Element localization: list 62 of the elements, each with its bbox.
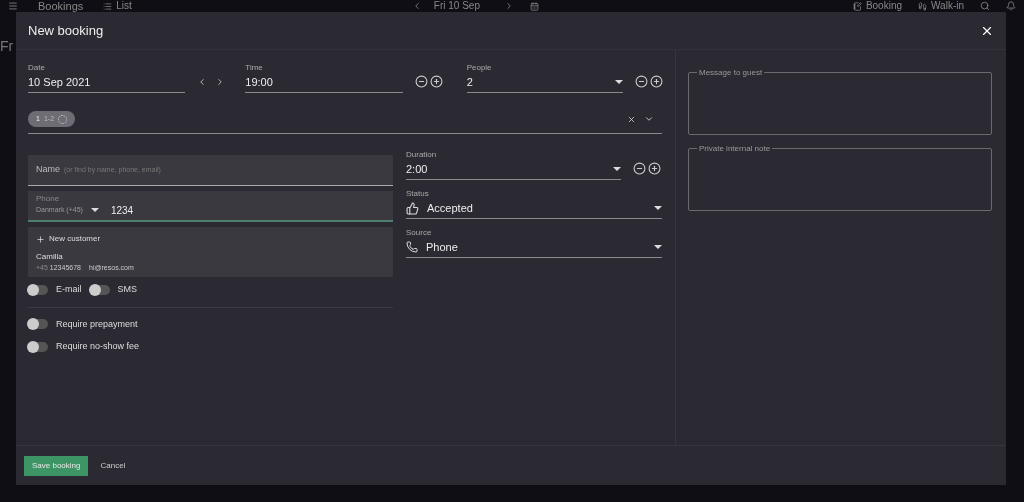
caret-icon <box>613 167 621 171</box>
phone-icon <box>406 241 418 253</box>
walk-in-button[interactable]: Walk-in <box>931 0 964 12</box>
caret-icon <box>615 80 623 84</box>
app-title: Bookings <box>38 0 84 12</box>
customer-name[interactable]: Camilla <box>36 251 385 263</box>
plus-icon[interactable] <box>429 75 443 88</box>
field-label: People <box>466 62 493 74</box>
select-field[interactable]: Status Accepted <box>406 188 662 219</box>
caret-icon <box>654 245 662 249</box>
view-label[interactable]: List <box>116 0 132 12</box>
toggle-label: Require prepayment <box>56 317 138 331</box>
caret-icon <box>654 206 662 210</box>
clear-icon[interactable] <box>627 114 636 124</box>
field-label: Message to guest <box>697 68 765 77</box>
minus-icon[interactable] <box>635 75 648 88</box>
field-value: 2 <box>466 75 474 90</box>
minus-icon[interactable] <box>414 75 428 88</box>
booking-icon <box>852 1 862 11</box>
chevron-down-icon[interactable] <box>644 114 654 124</box>
toggle-label: Require no-show fee <box>56 340 140 353</box>
field-label: Private internal note <box>697 144 773 153</box>
field-value: 2:00 <box>406 162 429 177</box>
select-field[interactable]: Source Phone <box>406 227 662 258</box>
cancel-button[interactable]: Cancel <box>100 459 126 472</box>
field-label: Name <box>36 163 60 177</box>
plus-icon[interactable] <box>650 75 663 88</box>
calendar-icon[interactable] <box>529 1 539 11</box>
minus-icon[interactable] <box>633 162 646 175</box>
toggle-switch[interactable] <box>28 284 48 295</box>
field-value: 19:00 <box>245 75 274 90</box>
toggle-label: E-mail <box>56 283 82 296</box>
select-field[interactable]: People 2 <box>466 62 623 93</box>
toggle-switch[interactable] <box>89 284 110 295</box>
select-field[interactable]: Date 10 Sep 2021 <box>28 62 186 93</box>
field-label: Time <box>245 62 264 74</box>
new-customer-item[interactable]: New customer <box>49 233 101 245</box>
thumbs-up-icon <box>406 201 419 215</box>
field-label: Duration <box>406 149 438 161</box>
plus-icon[interactable] <box>648 162 661 175</box>
list-icon <box>103 1 113 11</box>
field-label: Phone <box>36 193 61 203</box>
field-value: Phone <box>426 240 459 255</box>
plus-icon <box>36 234 45 244</box>
field-value: 10 Sep 2021 <box>28 75 92 90</box>
toggle-label: SMS <box>117 283 138 296</box>
page-heading: Fr <box>0 38 14 54</box>
toggle-switch[interactable] <box>28 319 48 330</box>
select-field[interactable]: Duration 2:00 <box>406 149 621 180</box>
date-label[interactable]: Fri 10 Sep <box>433 0 480 12</box>
field-label: Status <box>406 188 430 200</box>
dialog-title: New booking <box>28 21 104 40</box>
field-label: Source <box>406 227 433 239</box>
field-value: Accepted <box>427 201 474 216</box>
field-value: 1234 <box>110 203 134 218</box>
search-icon[interactable] <box>980 1 990 11</box>
bell-icon[interactable] <box>1006 1 1016 11</box>
booking-button[interactable]: Booking <box>865 0 903 12</box>
select-field[interactable]: Time 19:00 <box>245 62 403 93</box>
field-label: Date <box>28 62 46 74</box>
caret-icon <box>90 208 99 212</box>
toggle-switch[interactable] <box>28 341 48 352</box>
